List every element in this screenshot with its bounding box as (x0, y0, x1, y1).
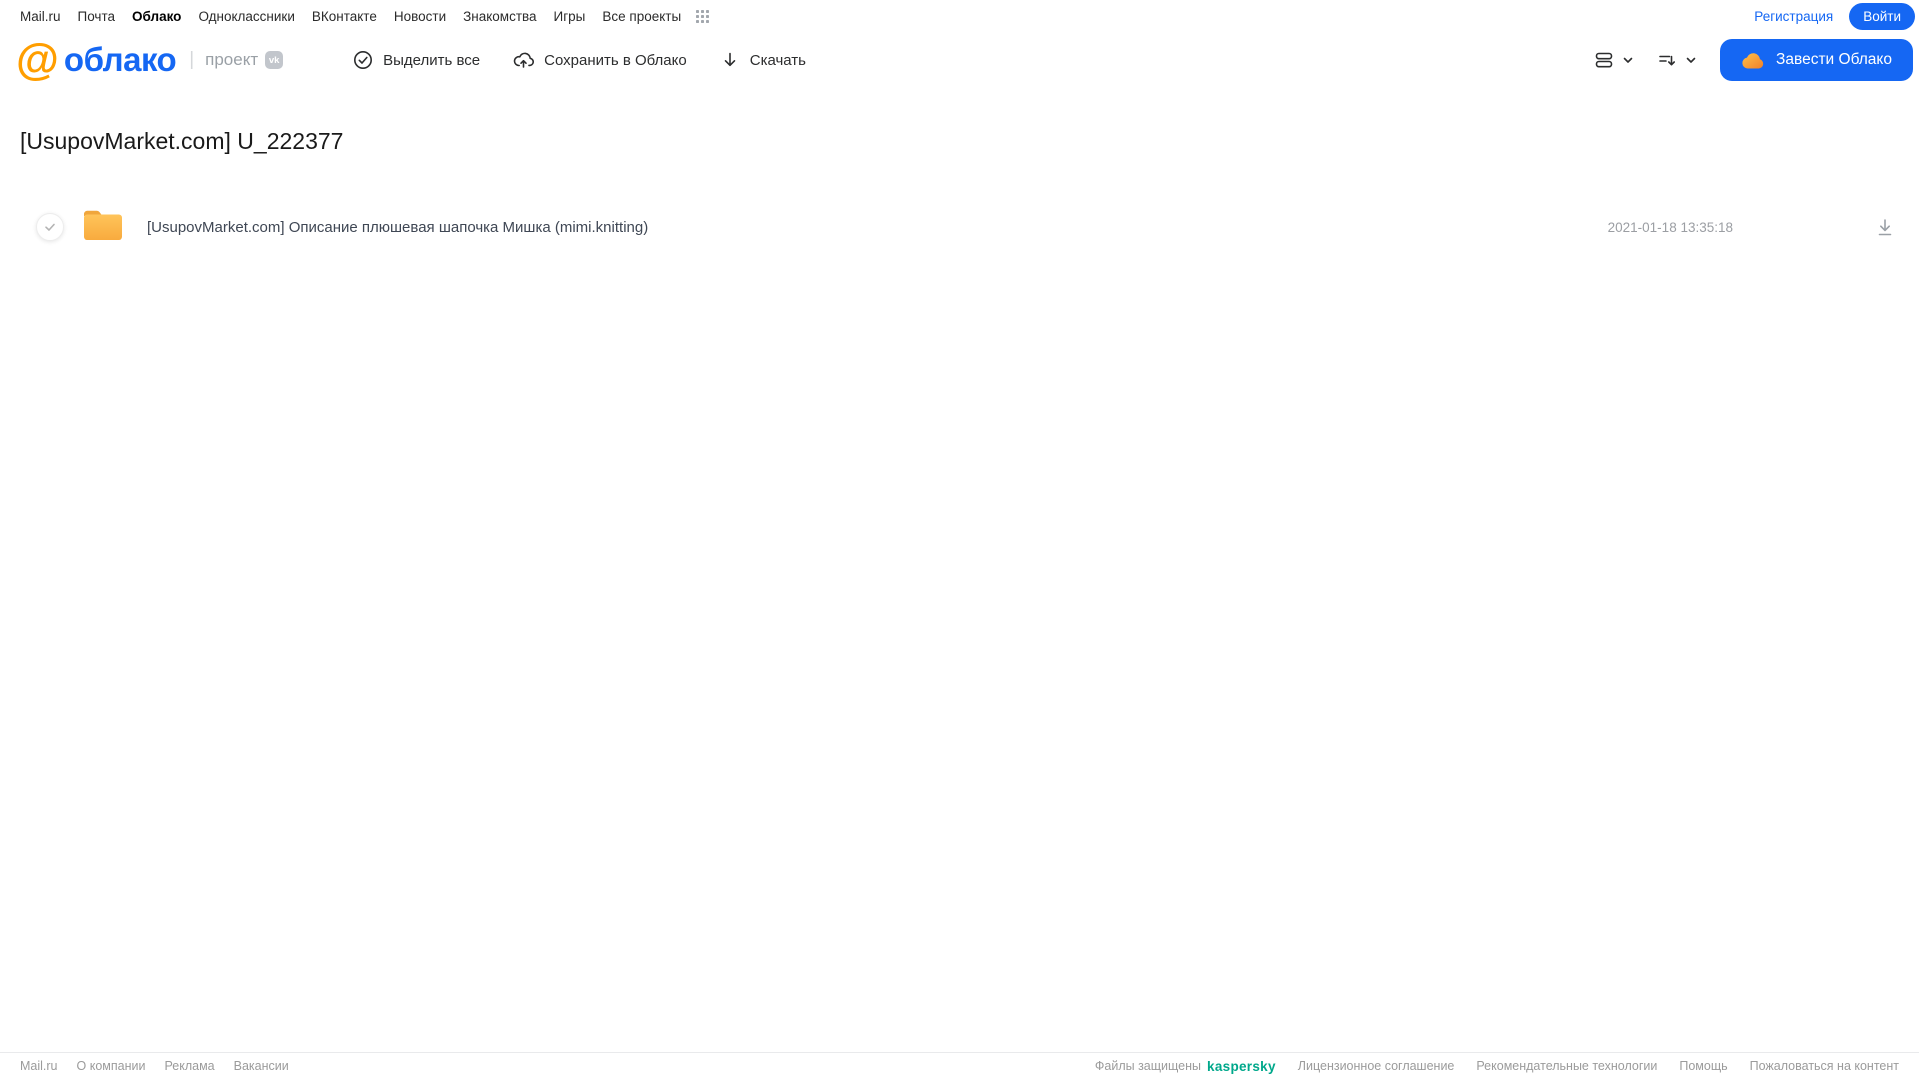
save-to-cloud-label: Сохранить в Облако (544, 51, 687, 69)
select-all-label: Выделить все (383, 51, 481, 69)
header: @ облако | проект vk Выделить все Сохран… (0, 32, 1919, 88)
row-download-icon[interactable] (1875, 217, 1895, 238)
footer-link-about[interactable]: О компании (77, 1059, 146, 1073)
nav-link-dating[interactable]: Знакомства (463, 9, 536, 24)
vk-badge-icon: vk (265, 51, 284, 69)
nav-link-cloud[interactable]: Облако (132, 9, 181, 24)
cloud-upload-icon (513, 50, 535, 70)
orange-cloud-icon (1741, 52, 1765, 69)
download-arrow-icon (720, 50, 740, 70)
files-protected-label: Файлы защищены (1094, 1059, 1202, 1073)
apps-grid-icon[interactable] (695, 9, 710, 24)
chevron-down-icon (1622, 54, 1634, 66)
get-cloud-label: Завести Облако (1776, 51, 1892, 68)
register-link[interactable]: Регистрация (1754, 9, 1833, 24)
file-row: [UsupovMarket.com] Описание плюшевая шап… (0, 199, 1919, 255)
logo-project-label: проект (205, 50, 259, 69)
file-checkbox[interactable] (36, 213, 64, 241)
kaspersky-logo[interactable]: kaspersky (1207, 1059, 1276, 1074)
footer-link-recommendation-tech[interactable]: Рекомендательные технологии (1476, 1059, 1657, 1073)
chevron-down-icon (1685, 54, 1697, 66)
nav-link-odnoklassniki[interactable]: Одноклассники (198, 9, 294, 24)
header-controls (1593, 49, 1697, 71)
get-cloud-button[interactable]: Завести Облако (1720, 39, 1913, 81)
sort-icon (1656, 49, 1678, 71)
folder-icon[interactable] (82, 208, 124, 247)
top-nav-links: Mail.ru Почта Облако Одноклассники ВКонт… (20, 9, 710, 24)
sort-selector[interactable] (1656, 49, 1697, 71)
top-utility-nav: Mail.ru Почта Облако Одноклассники ВКонт… (0, 0, 1919, 32)
nav-link-news[interactable]: Новости (394, 9, 446, 24)
list-view-icon (1593, 49, 1615, 71)
footer-link-jobs[interactable]: Вакансии (234, 1059, 289, 1073)
check-icon (45, 223, 55, 231)
nav-link-games[interactable]: Игры (554, 9, 586, 24)
logo-wordmark: облако (63, 41, 177, 78)
footer-link-help[interactable]: Помощь (1679, 1059, 1727, 1073)
file-name-link[interactable]: [UsupovMarket.com] Описание плюшевая шап… (147, 219, 648, 236)
file-date: 2021-01-18 13:35:18 (1607, 219, 1733, 235)
cloud-logo[interactable]: @ облако | проект vk (16, 35, 284, 84)
download-button[interactable]: Скачать (720, 50, 806, 70)
nav-link-vkontakte[interactable]: ВКонтакте (312, 9, 377, 24)
download-label: Скачать (749, 51, 806, 69)
footer: Mail.ru О компании Реклама Вакансии Файл… (0, 1052, 1919, 1079)
footer-link-license[interactable]: Лицензионное соглашение (1298, 1059, 1455, 1073)
check-circle-icon (353, 50, 373, 70)
save-to-cloud-button[interactable]: Сохранить в Облако (513, 50, 687, 70)
nav-link-all-projects[interactable]: Все проекты (602, 9, 681, 24)
footer-link-mailru[interactable]: Mail.ru (20, 1059, 58, 1073)
logo-divider: | (189, 49, 195, 70)
select-all-button[interactable]: Выделить все (353, 50, 480, 70)
view-mode-selector[interactable] (1593, 49, 1634, 71)
login-button[interactable]: Войти (1849, 2, 1915, 30)
page-title: [UsupovMarket.com] U_222377 (20, 128, 344, 154)
nav-link-mail[interactable]: Почта (78, 9, 116, 24)
footer-link-ads[interactable]: Реклама (164, 1059, 214, 1073)
footer-left-links: Mail.ru О компании Реклама Вакансии (20, 1059, 289, 1073)
top-nav-auth: Регистрация Войти (1754, 2, 1915, 30)
nav-link-mailru[interactable]: Mail.ru (20, 9, 61, 24)
mailru-at-icon: @ (16, 35, 59, 84)
toolbar: Выделить все Сохранить в Облако Скачать (353, 50, 806, 70)
footer-right-links: Файлы защищены kaspersky Лицензионное со… (1095, 1059, 1899, 1074)
footer-link-report-content[interactable]: Пожаловаться на контент (1750, 1059, 1899, 1073)
kaspersky-protection: Файлы защищены kaspersky (1095, 1059, 1276, 1074)
